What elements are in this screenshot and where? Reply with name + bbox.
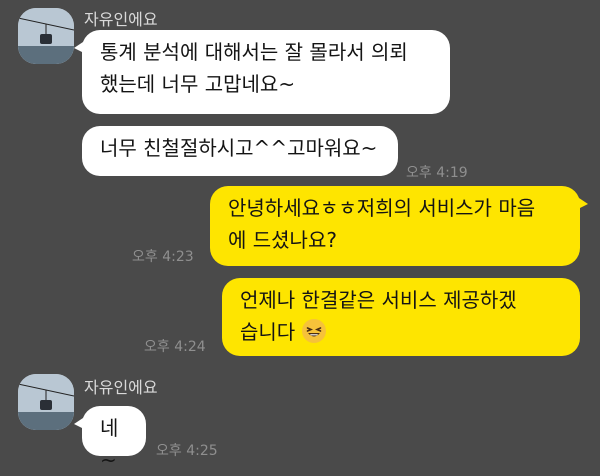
message-text: 안녕하세요ㅎㅎ저희의 서비스가 마음: [228, 196, 536, 220]
message-timestamp: 오후 4:19: [406, 165, 468, 181]
message-bubble-outgoing[interactable]: 안녕하세요ㅎㅎ저희의 서비스가 마음 에 드셨나요?: [210, 186, 588, 266]
message-text: 네~: [100, 416, 119, 472]
avatar[interactable]: [18, 8, 74, 64]
sender-name: 자유인에요: [84, 378, 158, 397]
message-bubble-outgoing[interactable]: 언제나 한결같은 서비스 제공하겠 습니다: [222, 278, 580, 356]
message-text: 언제나 한결같은 서비스 제공하겠: [240, 288, 517, 312]
message-timestamp: 오후 4:25: [156, 443, 218, 459]
message-timestamp: 오후 4:24: [144, 339, 206, 355]
grinning-squinting-face-icon: [301, 319, 326, 343]
message-bubble-incoming[interactable]: 통계 분석에 대해서는 잘 몰라서 의뢰 했는데 너무 고맙네요~: [74, 30, 450, 114]
message-text: 했는데 너무 고맙네요~: [100, 72, 296, 96]
message-text: 너무 친철절하시고^^고마워요~: [100, 136, 378, 160]
cable-car-photo-icon: [18, 8, 74, 64]
message-bubble-incoming[interactable]: 네~: [74, 406, 146, 472]
cable-car-photo-icon: [18, 374, 74, 430]
message-text: 통계 분석에 대해서는 잘 몰라서 의뢰: [100, 40, 408, 64]
message-text: 에 드셨나요?: [228, 228, 337, 252]
message-text: 습니다: [240, 320, 296, 344]
message-timestamp: 오후 4:23: [132, 249, 194, 265]
sender-name: 자유인에요: [84, 10, 158, 29]
message-bubble-incoming[interactable]: 너무 친철절하시고^^고마워요~: [82, 126, 398, 176]
avatar[interactable]: [18, 374, 74, 430]
